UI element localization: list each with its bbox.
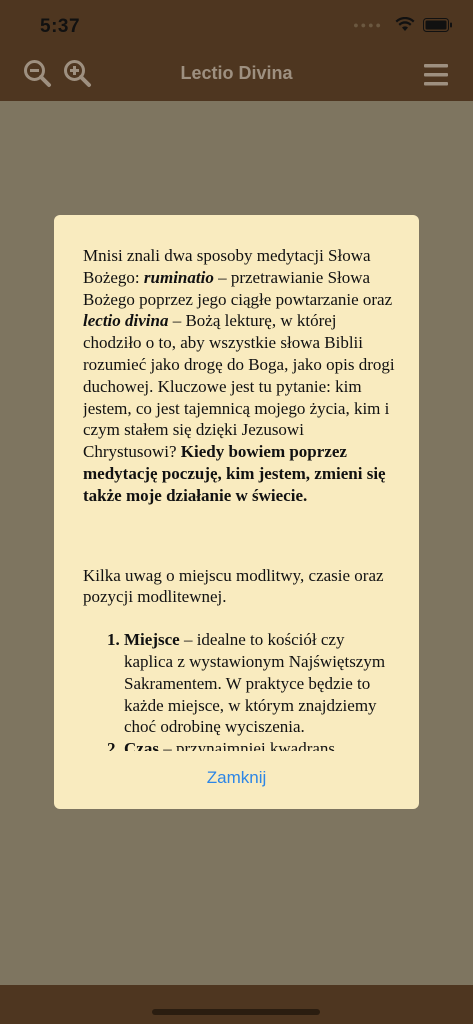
intro-term-ruminatio: ruminatio — [143, 267, 214, 287]
dialog-text-scroll[interactable]: Mnisi znali dwa sposoby medytacji Słowa … — [83, 245, 395, 751]
page-title: Lectio Divina — [180, 63, 293, 83]
remarks-paragraph: Kilka uwag o miejscu modlitwy, czasie or… — [83, 565, 384, 607]
menu-icon[interactable] — [421, 60, 451, 90]
list-item-text: – przynajmniej kwadrans. — [158, 739, 340, 751]
wifi-icon — [395, 17, 415, 31]
bottom-bar — [0, 985, 473, 1024]
battery-icon — [423, 17, 452, 32]
intro-paragraph: Mnisi znali dwa sposoby medytacji Słowa … — [83, 245, 395, 507]
list-item-term: Miejsce — [124, 630, 180, 650]
remarks-list: Miejsce – idealne to kościół czy kaplica… — [83, 629, 395, 751]
status-bar: 5:37 ●●●● — [0, 0, 473, 50]
list-item: Czas – przynajmniej kwadrans. — [124, 738, 395, 751]
signal-icon: ●●●● — [353, 19, 383, 30]
intro-text-3: – Bożą lekturę, w której chodziło o to, … — [83, 311, 395, 462]
info-dialog: Mnisi znali dwa sposoby medytacji Słowa … — [54, 215, 419, 809]
close-button[interactable]: Zamknij — [54, 768, 419, 788]
home-indicator[interactable] — [152, 1009, 320, 1015]
status-icons: ●●●● — [353, 17, 453, 32]
list-item-term: Czas — [124, 739, 159, 751]
list-item: Miejsce – idealne to kościół czy kaplica… — [124, 629, 395, 738]
intro-term-lectio: lectio divina — [83, 311, 169, 331]
nav-bar: Lectio Divina — [0, 48, 473, 101]
status-time: 5:37 — [40, 16, 81, 37]
